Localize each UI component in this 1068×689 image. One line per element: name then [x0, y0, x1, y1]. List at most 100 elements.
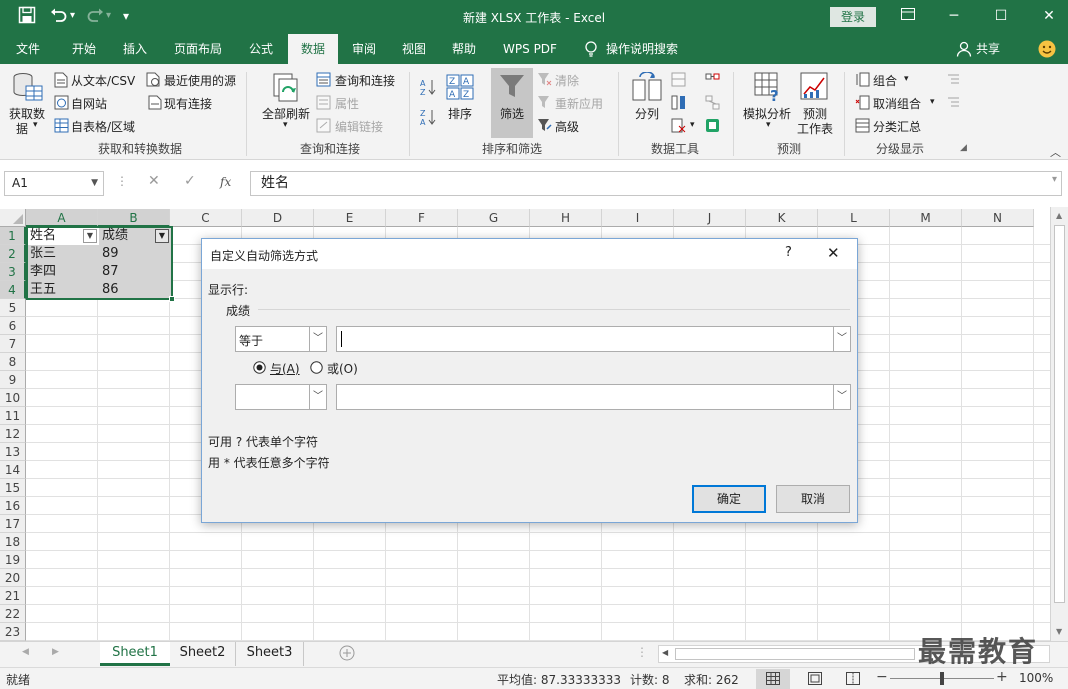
formula-input[interactable]: 姓名 — [250, 171, 1062, 196]
tab-insert[interactable]: 插入 — [111, 34, 159, 64]
scroll-up-icon[interactable]: ▲ — [1056, 211, 1062, 220]
dialog-launcher-icon[interactable]: ◢ — [960, 143, 967, 153]
or-radio[interactable] — [310, 361, 323, 377]
forecast-sheet-button-line2[interactable]: 工作表 — [797, 120, 833, 137]
page-break-view-icon[interactable] — [846, 672, 860, 688]
cell-b4[interactable]: 86 — [99, 281, 119, 299]
advanced-button[interactable]: 高级 — [555, 118, 579, 135]
sort-az-icon[interactable]: AZ — [420, 78, 436, 97]
page-layout-view-icon[interactable] — [808, 672, 822, 688]
tab-formulas[interactable]: 公式 — [238, 34, 284, 64]
tab-home[interactable]: 开始 — [60, 34, 108, 64]
minimize-icon[interactable]: ─ — [941, 4, 967, 28]
filter-active-dropdown-icon[interactable]: ▼ — [155, 229, 169, 243]
ungroup-button[interactable]: 取消组合 — [873, 95, 921, 112]
row-header-15[interactable]: 15 — [0, 479, 26, 497]
column-header-c[interactable]: C — [170, 209, 242, 227]
show-detail-icon[interactable] — [945, 72, 961, 88]
cell-b2[interactable]: 89 — [99, 245, 119, 263]
from-table-range-button[interactable]: 自表格/区域 — [71, 118, 135, 135]
tab-data[interactable]: 数据 — [288, 34, 338, 64]
sheet-tab-sheet2[interactable]: Sheet2 — [170, 642, 236, 666]
row-header-7[interactable]: 7 — [0, 335, 26, 353]
row-header-2[interactable]: 2 — [0, 245, 26, 263]
remove-duplicates-icon[interactable] — [671, 95, 687, 111]
row-header-3[interactable]: 3 — [0, 263, 26, 281]
recent-sources-button[interactable]: 最近使用的源 — [164, 72, 236, 89]
filter-button[interactable]: 筛选 — [500, 105, 524, 122]
zoom-level[interactable]: 100% — [1019, 671, 1053, 685]
tab-wps-pdf[interactable]: WPS PDF — [496, 34, 564, 64]
cell-a3[interactable]: 李四 — [27, 263, 56, 281]
insert-function-icon[interactable]: fx — [220, 175, 231, 189]
normal-view-icon[interactable] — [766, 672, 780, 688]
column-header-g[interactable]: G — [458, 209, 530, 227]
data-validation-icon[interactable] — [671, 118, 687, 134]
flash-fill-icon[interactable] — [671, 72, 687, 88]
existing-connections-button[interactable]: 现有连接 — [164, 95, 212, 112]
fill-handle[interactable] — [169, 296, 175, 302]
cell-a2[interactable]: 张三 — [27, 245, 56, 263]
row-header-10[interactable]: 10 — [0, 389, 26, 407]
cell-a4[interactable]: 王五 — [27, 281, 56, 299]
smiley-feedback-icon[interactable] — [1038, 40, 1056, 61]
sort-button[interactable]: 排序 — [448, 105, 472, 122]
next-sheet-icon[interactable]: ▶ — [52, 647, 59, 657]
row-header-14[interactable]: 14 — [0, 461, 26, 479]
share-button[interactable]: 共享 — [974, 34, 1002, 64]
ribbon-display-options-icon[interactable] — [895, 4, 921, 28]
row-header-6[interactable]: 6 — [0, 317, 26, 335]
column-header-m[interactable]: M — [890, 209, 962, 227]
and-radio[interactable] — [253, 361, 266, 377]
sheet-tab-sheet1[interactable]: Sheet1 — [100, 642, 170, 666]
row-header-9[interactable]: 9 — [0, 371, 26, 389]
vertical-scroll-thumb[interactable] — [1054, 225, 1065, 603]
row-header-18[interactable]: 18 — [0, 533, 26, 551]
operator2-select[interactable]: ﹀ — [235, 384, 327, 410]
row-header-11[interactable]: 11 — [0, 407, 26, 425]
expand-formula-bar-icon[interactable]: ▾ — [1052, 174, 1057, 185]
row-header-8[interactable]: 8 — [0, 353, 26, 371]
data-model-icon[interactable] — [705, 118, 721, 134]
column-header-k[interactable]: K — [746, 209, 818, 227]
zoom-slider-thumb[interactable] — [940, 672, 944, 685]
column-header-b[interactable]: B — [98, 209, 170, 227]
scroll-down-icon[interactable]: ▼ — [1056, 627, 1062, 636]
consolidate-icon[interactable] — [705, 72, 721, 88]
operator1-select[interactable]: 等于 ﹀ — [235, 326, 327, 352]
zoom-out-icon[interactable]: − — [876, 669, 888, 685]
cell-b1[interactable]: 成绩 — [99, 227, 128, 245]
column-header-i[interactable]: I — [602, 209, 674, 227]
zoom-in-icon[interactable]: + — [996, 669, 1008, 685]
row-header-19[interactable]: 19 — [0, 551, 26, 569]
ok-button[interactable]: 确定 — [692, 485, 766, 513]
row-header-17[interactable]: 17 — [0, 515, 26, 533]
cancel-button[interactable]: 取消 — [776, 485, 850, 513]
select-all-corner[interactable] — [0, 209, 26, 227]
sheet-tab-sheet3[interactable]: Sheet3 — [236, 642, 304, 666]
count-status[interactable]: 计数: 8 — [630, 671, 670, 688]
tab-view[interactable]: 视图 — [392, 34, 436, 64]
relationships-icon[interactable] — [705, 95, 721, 111]
row-header-5[interactable]: 5 — [0, 299, 26, 317]
close-window-icon[interactable]: ✕ — [1036, 4, 1062, 28]
tab-split-handle-icon[interactable]: ⋮ — [636, 645, 648, 659]
row-header-20[interactable]: 20 — [0, 569, 26, 587]
row-header-4[interactable]: 4 — [0, 281, 26, 299]
value2-combobox[interactable]: ﹀ — [336, 384, 851, 410]
dialog-close-icon[interactable]: ✕ — [827, 244, 840, 262]
column-header-e[interactable]: E — [314, 209, 386, 227]
cell-b3[interactable]: 87 — [99, 263, 119, 281]
row-header-21[interactable]: 21 — [0, 587, 26, 605]
row-header-16[interactable]: 16 — [0, 497, 26, 515]
and-label[interactable]: 与(A) — [270, 360, 300, 377]
subtotal-button[interactable]: 分类汇总 — [873, 118, 921, 135]
cell-a1[interactable]: 姓名 — [27, 227, 56, 245]
tab-file[interactable]: 文件 — [4, 34, 52, 64]
row-header-12[interactable]: 12 — [0, 425, 26, 443]
collapse-ribbon-icon[interactable]: ︿ — [1050, 144, 1061, 160]
confirm-edit-icon[interactable]: ✓ — [184, 173, 196, 189]
login-button[interactable]: 登录 — [830, 7, 876, 27]
from-web-button[interactable]: 自网站 — [71, 95, 107, 112]
row-header-1[interactable]: 1 — [0, 227, 26, 245]
